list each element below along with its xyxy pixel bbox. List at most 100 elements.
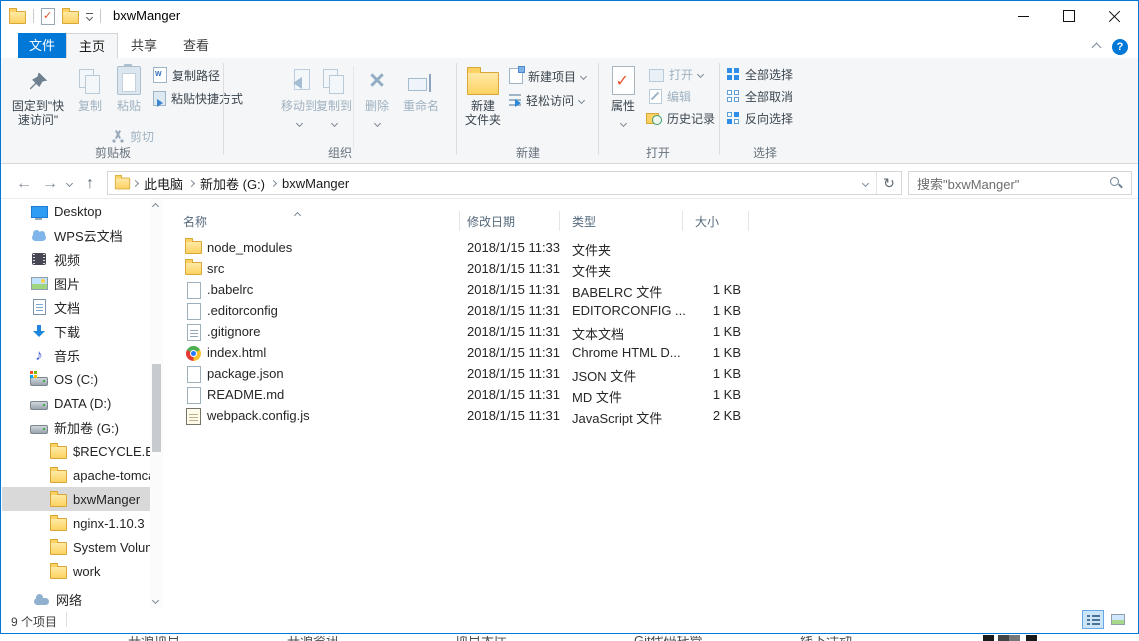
group-divider xyxy=(223,63,224,155)
sidebar-item[interactable]: apache-tomca xyxy=(2,463,150,487)
sidebar-item[interactable]: 网络 xyxy=(2,587,150,610)
close-button[interactable] xyxy=(1092,1,1138,31)
column-divider[interactable] xyxy=(682,211,683,231)
invert-selection-button[interactable]: 反向选择 xyxy=(727,109,793,127)
tab-home[interactable]: 主页 xyxy=(66,33,118,58)
sidebar-item[interactable]: WPS云文档 xyxy=(2,223,150,247)
ribbon: 固定到"快速访问" 复制 粘贴 剪切 复制路径 粘贴快捷方式 剪贴板 移动到 xyxy=(1,58,1138,164)
file-date: 2018/1/15 11:31 xyxy=(467,345,561,360)
properties-button[interactable]: 属性 xyxy=(601,63,645,129)
forward-button[interactable]: → xyxy=(37,168,63,199)
collapse-ribbon-icon[interactable] xyxy=(1091,42,1102,52)
paste-button[interactable]: 粘贴 xyxy=(109,63,149,113)
help-icon[interactable]: ? xyxy=(1112,39,1128,55)
file-file-icon xyxy=(185,281,202,299)
sidebar-item-label: 网络 xyxy=(56,592,83,608)
sidebar-item[interactable]: nginx-1.10.3 xyxy=(2,511,150,535)
recent-locations-button[interactable] xyxy=(61,168,77,199)
scroll-down-icon[interactable] xyxy=(151,596,160,605)
refresh-button[interactable]: ↻ xyxy=(876,172,901,194)
properties-quick-icon[interactable] xyxy=(41,7,55,25)
sidebar-item[interactable]: 下载 xyxy=(2,319,150,343)
new-folder-button[interactable]: 新建 文件夹 xyxy=(459,63,507,127)
search-box[interactable]: 搜索"bxwManger" xyxy=(908,171,1132,195)
explorer-window: bxwManger 文件 主页 共享 查看 ? 固定到"快速访问" 复制 粘贴 xyxy=(0,0,1139,634)
scroll-up-icon[interactable] xyxy=(151,202,160,211)
easy-access-button[interactable]: 轻松访问 xyxy=(509,91,586,109)
properties-icon xyxy=(611,66,635,95)
breadcrumb-item[interactable]: 新加卷 (G:) xyxy=(196,174,269,193)
tab-share[interactable]: 共享 xyxy=(118,33,170,58)
customize-quick-access-icon[interactable] xyxy=(85,12,94,21)
history-button[interactable]: 历史记录 xyxy=(646,109,715,127)
new-folder-quick-icon[interactable] xyxy=(62,8,79,24)
scrollbar-thumb[interactable] xyxy=(152,364,161,452)
dropdown-chevron-icon xyxy=(295,119,303,128)
sidebar-item[interactable]: $RECYCLE.BIN xyxy=(2,439,150,463)
close-icon xyxy=(1109,10,1121,22)
file-row[interactable]: .babelrc 2018/1/15 11:31 BABELRC 文件 1 KB xyxy=(165,279,1134,300)
dropdown-chevron-icon xyxy=(619,119,627,128)
file-row[interactable]: package.json 2018/1/15 11:31 JSON 文件 1 KB xyxy=(165,363,1134,384)
sidebar-scrollbar[interactable] xyxy=(150,199,163,610)
delete-button[interactable]: × 删除 xyxy=(356,63,398,129)
sidebar-item[interactable]: 文档 xyxy=(2,295,150,319)
sidebar-item[interactable]: 视频 xyxy=(2,247,150,271)
large-icons-view-button[interactable] xyxy=(1107,610,1129,629)
back-button[interactable]: ← xyxy=(11,168,37,199)
column-divider[interactable] xyxy=(559,211,560,231)
breadcrumb-item[interactable]: 此电脑 xyxy=(140,174,187,193)
address-bar[interactable]: 此电脑 新加卷 (G:) bxwManger ↻ xyxy=(107,171,902,195)
pin-to-quick-access-button[interactable]: 固定到"快 速访问" xyxy=(7,63,69,127)
file-row[interactable]: node_modules 2018/1/15 11:33 文件夹 xyxy=(165,237,1134,258)
open-button[interactable]: 打开 xyxy=(649,65,705,83)
copy-path-button[interactable]: 复制路径 xyxy=(153,66,220,84)
file-row[interactable]: README.md 2018/1/15 11:31 MD 文件 1 KB xyxy=(165,384,1134,405)
file-size: 1 KB xyxy=(712,387,741,402)
sidebar-item[interactable]: 图片 xyxy=(2,271,150,295)
file-row[interactable]: webpack.config.js 2018/1/15 11:31 JavaScri… xyxy=(165,405,1134,426)
column-header-size[interactable]: 大小 xyxy=(695,213,719,230)
select-none-button[interactable]: 全部取消 xyxy=(727,87,793,105)
sidebar-item[interactable]: DATA (D:) xyxy=(2,391,150,415)
column-header-type[interactable]: 类型 xyxy=(572,213,596,230)
new-item-button[interactable]: 新建项目 xyxy=(509,66,588,85)
tab-file[interactable]: 文件 xyxy=(18,33,66,58)
explorer-folder-icon[interactable] xyxy=(9,8,26,24)
rename-button[interactable]: 重命名 xyxy=(395,63,447,113)
edit-button[interactable]: 编辑 xyxy=(649,87,691,105)
breadcrumb-item[interactable]: bxwManger xyxy=(278,176,353,191)
sidebar-item[interactable]: 新加卷 (G:) xyxy=(2,415,150,439)
column-header-date[interactable]: 修改日期 xyxy=(467,213,515,230)
minimize-button[interactable] xyxy=(1000,1,1046,31)
file-row[interactable]: .gitignore 2018/1/15 11:31 文本文档 1 KB xyxy=(165,321,1134,342)
title-bar: bxwManger xyxy=(1,1,1138,31)
sidebar-item[interactable]: ♪ 音乐 xyxy=(2,343,150,367)
file-name: .editorconfig xyxy=(207,303,278,318)
address-dropdown-button[interactable] xyxy=(854,172,876,194)
sidebar-item[interactable]: work xyxy=(2,559,150,583)
sidebar-item[interactable]: OS (C:) xyxy=(2,367,150,391)
cut-button[interactable]: 剪切 xyxy=(111,127,154,145)
paste-shortcut-button[interactable]: 粘贴快捷方式 xyxy=(153,89,243,107)
sidebar-item[interactable]: System Volum xyxy=(2,535,150,559)
column-divider[interactable] xyxy=(459,211,460,231)
tab-view[interactable]: 查看 xyxy=(170,33,222,58)
copy-button[interactable]: 复制 xyxy=(71,63,109,113)
sidebar-item[interactable]: Desktop xyxy=(2,199,150,223)
sidebar-item-label: 新加卷 (G:) xyxy=(54,420,119,436)
file-row[interactable]: src 2018/1/15 11:31 文件夹 xyxy=(165,258,1134,279)
maximize-button[interactable] xyxy=(1046,1,1092,31)
edit-icon xyxy=(649,88,662,104)
search-icon[interactable] xyxy=(1109,176,1123,190)
select-all-button[interactable]: 全部选择 xyxy=(727,65,793,83)
maximize-icon xyxy=(1063,10,1075,22)
column-divider[interactable] xyxy=(748,211,749,231)
sidebar-item[interactable]: bxwManger xyxy=(2,487,150,511)
column-header-name[interactable]: 名称 xyxy=(183,213,207,230)
file-row[interactable]: index.html 2018/1/15 11:31 Chrome HTML D..… xyxy=(165,342,1134,363)
file-row[interactable]: .editorconfig 2018/1/15 11:31 EDITORCONFIG… xyxy=(165,300,1134,321)
up-button[interactable]: ↑ xyxy=(77,168,103,199)
details-view-button[interactable] xyxy=(1082,610,1104,629)
file-name: index.html xyxy=(207,345,267,360)
